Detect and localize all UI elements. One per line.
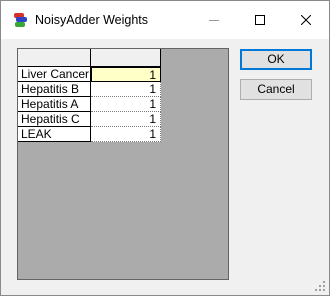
weight-cell[interactable]: 1	[91, 97, 161, 112]
row-header[interactable]: Hepatitis A	[18, 97, 91, 112]
maximize-icon	[255, 15, 265, 25]
ok-button[interactable]: OK	[240, 49, 312, 70]
grid-corner-header	[18, 49, 91, 67]
minimize-icon	[209, 20, 219, 21]
resize-grip-icon[interactable]	[315, 281, 326, 292]
row-header[interactable]: Hepatitis B	[18, 82, 91, 97]
minimize-button[interactable]	[191, 1, 237, 39]
row-header[interactable]: Hepatitis C	[18, 112, 91, 127]
weight-cell[interactable]: 1	[91, 127, 161, 142]
weights-grid[interactable]: Liver Cancer 1 Hepatitis B 1 Hepatitis A…	[17, 48, 229, 280]
dialog-window: NoisyAdder Weights Liver Cancer 1 Hepati…	[0, 0, 330, 296]
weight-cell[interactable]: 1	[91, 67, 161, 82]
maximize-button[interactable]	[237, 1, 283, 39]
window-title: NoisyAdder Weights	[35, 13, 149, 27]
noisy-adder-icon	[14, 13, 27, 27]
cancel-button[interactable]: Cancel	[240, 79, 312, 100]
close-button[interactable]	[283, 1, 329, 39]
row-header[interactable]: LEAK	[18, 127, 91, 142]
weight-cell[interactable]: 1	[91, 112, 161, 127]
grid-column-header[interactable]	[91, 49, 161, 67]
row-header[interactable]: Liver Cancer	[18, 67, 91, 82]
close-icon	[301, 15, 311, 25]
weight-cell[interactable]: 1	[91, 82, 161, 97]
title-bar[interactable]: NoisyAdder Weights	[1, 1, 329, 39]
